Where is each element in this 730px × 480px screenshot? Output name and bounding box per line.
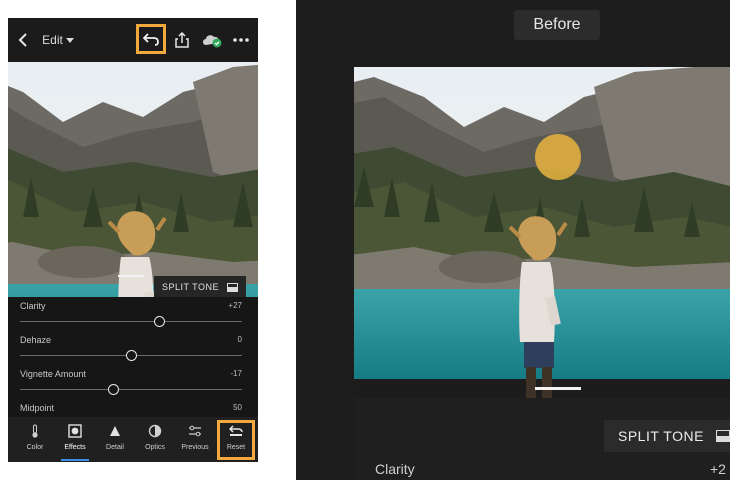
- split-tone-badge-large[interactable]: SPLIT TONE: [604, 420, 730, 452]
- mobile-app-panel: Edit SPLIT TONE Clarity +27 Dehaze 0 Vig…: [8, 18, 258, 462]
- edit-label: Edit: [42, 33, 63, 47]
- effects-icon: [68, 423, 82, 439]
- cloud-sync-button[interactable]: [200, 26, 224, 54]
- photo-preview[interactable]: SPLIT TONE: [8, 62, 258, 297]
- slider-knob[interactable]: [125, 350, 137, 361]
- back-button[interactable]: [14, 26, 32, 54]
- split-tone-badge[interactable]: SPLIT TONE: [153, 276, 246, 297]
- zoomed-detail-panel: Before SPLIT TONE Clarity +2: [296, 0, 730, 480]
- slider-value: 50: [233, 403, 242, 412]
- caret-down-icon: [65, 37, 74, 43]
- edit-dropdown[interactable]: Edit: [38, 26, 78, 54]
- tab-detail[interactable]: Detail: [95, 423, 135, 461]
- cloud-check-icon: [203, 35, 222, 48]
- touch-indicator: [535, 134, 581, 180]
- slider-value: +27: [228, 301, 242, 310]
- tab-label: Color: [26, 444, 44, 451]
- thermometer-icon: [31, 423, 39, 439]
- sliders-icon: [188, 423, 202, 439]
- undo-icon: [143, 33, 159, 46]
- slider-knob[interactable]: [154, 316, 166, 327]
- undo-button[interactable]: [136, 24, 166, 54]
- slider-knob[interactable]: [107, 384, 119, 395]
- slider-label: Dehaze: [20, 335, 52, 345]
- compare-handle[interactable]: [118, 275, 144, 277]
- slider-vignette-amount[interactable]: Vignette Amount -17: [20, 369, 242, 403]
- effects-sliders: Clarity +27 Dehaze 0 Vignette Amount -17…: [8, 297, 258, 429]
- triangle-icon: [109, 423, 121, 439]
- lens-icon: [148, 423, 162, 439]
- tab-color[interactable]: Color: [15, 423, 55, 461]
- reset-icon: [229, 423, 243, 439]
- clarity-label-large: Clarity: [375, 461, 415, 477]
- slider-label: Midpoint: [20, 403, 55, 413]
- more-options-button[interactable]: [230, 26, 252, 54]
- photo-image: [8, 62, 258, 297]
- slider-label: Clarity: [20, 301, 46, 311]
- slider-clarity[interactable]: Clarity +27: [20, 301, 242, 335]
- tab-previous[interactable]: Previous: [175, 423, 215, 461]
- split-tone-label: SPLIT TONE: [161, 282, 219, 292]
- chevron-left-icon: [18, 33, 27, 47]
- photo-preview-large[interactable]: [354, 67, 730, 398]
- tab-label: Previous: [181, 444, 209, 451]
- tab-label: Reset: [226, 444, 246, 451]
- split-tone-label-large: SPLIT TONE: [618, 428, 704, 444]
- slider-label: Vignette Amount: [20, 369, 86, 379]
- tab-label: Optics: [145, 444, 165, 451]
- tab-optics[interactable]: Optics: [135, 423, 175, 461]
- share-icon: [175, 32, 189, 48]
- compare-handle-large[interactable]: [535, 387, 581, 390]
- share-button[interactable]: [172, 26, 192, 54]
- split-tone-icon: [715, 430, 730, 442]
- slider-track[interactable]: [20, 321, 242, 322]
- bottom-tab-bar: Color Effects Detail Optics Previous Res…: [8, 417, 258, 462]
- before-label: Before: [514, 10, 600, 40]
- tab-effects[interactable]: Effects: [55, 423, 95, 461]
- slider-dehaze[interactable]: Dehaze 0: [20, 335, 242, 369]
- tab-label: Effects: [64, 444, 86, 451]
- photo-image-large: [354, 67, 730, 398]
- tab-reset[interactable]: Reset: [217, 420, 255, 460]
- slider-value: 0: [237, 335, 242, 344]
- tab-label: Detail: [106, 444, 124, 451]
- clarity-value-large: +2: [710, 461, 726, 477]
- slider-track[interactable]: [20, 389, 242, 390]
- top-toolbar: Edit: [8, 18, 258, 62]
- more-dots-icon: [233, 38, 249, 42]
- slider-value: -17: [230, 369, 242, 378]
- split-tone-icon: [227, 282, 238, 292]
